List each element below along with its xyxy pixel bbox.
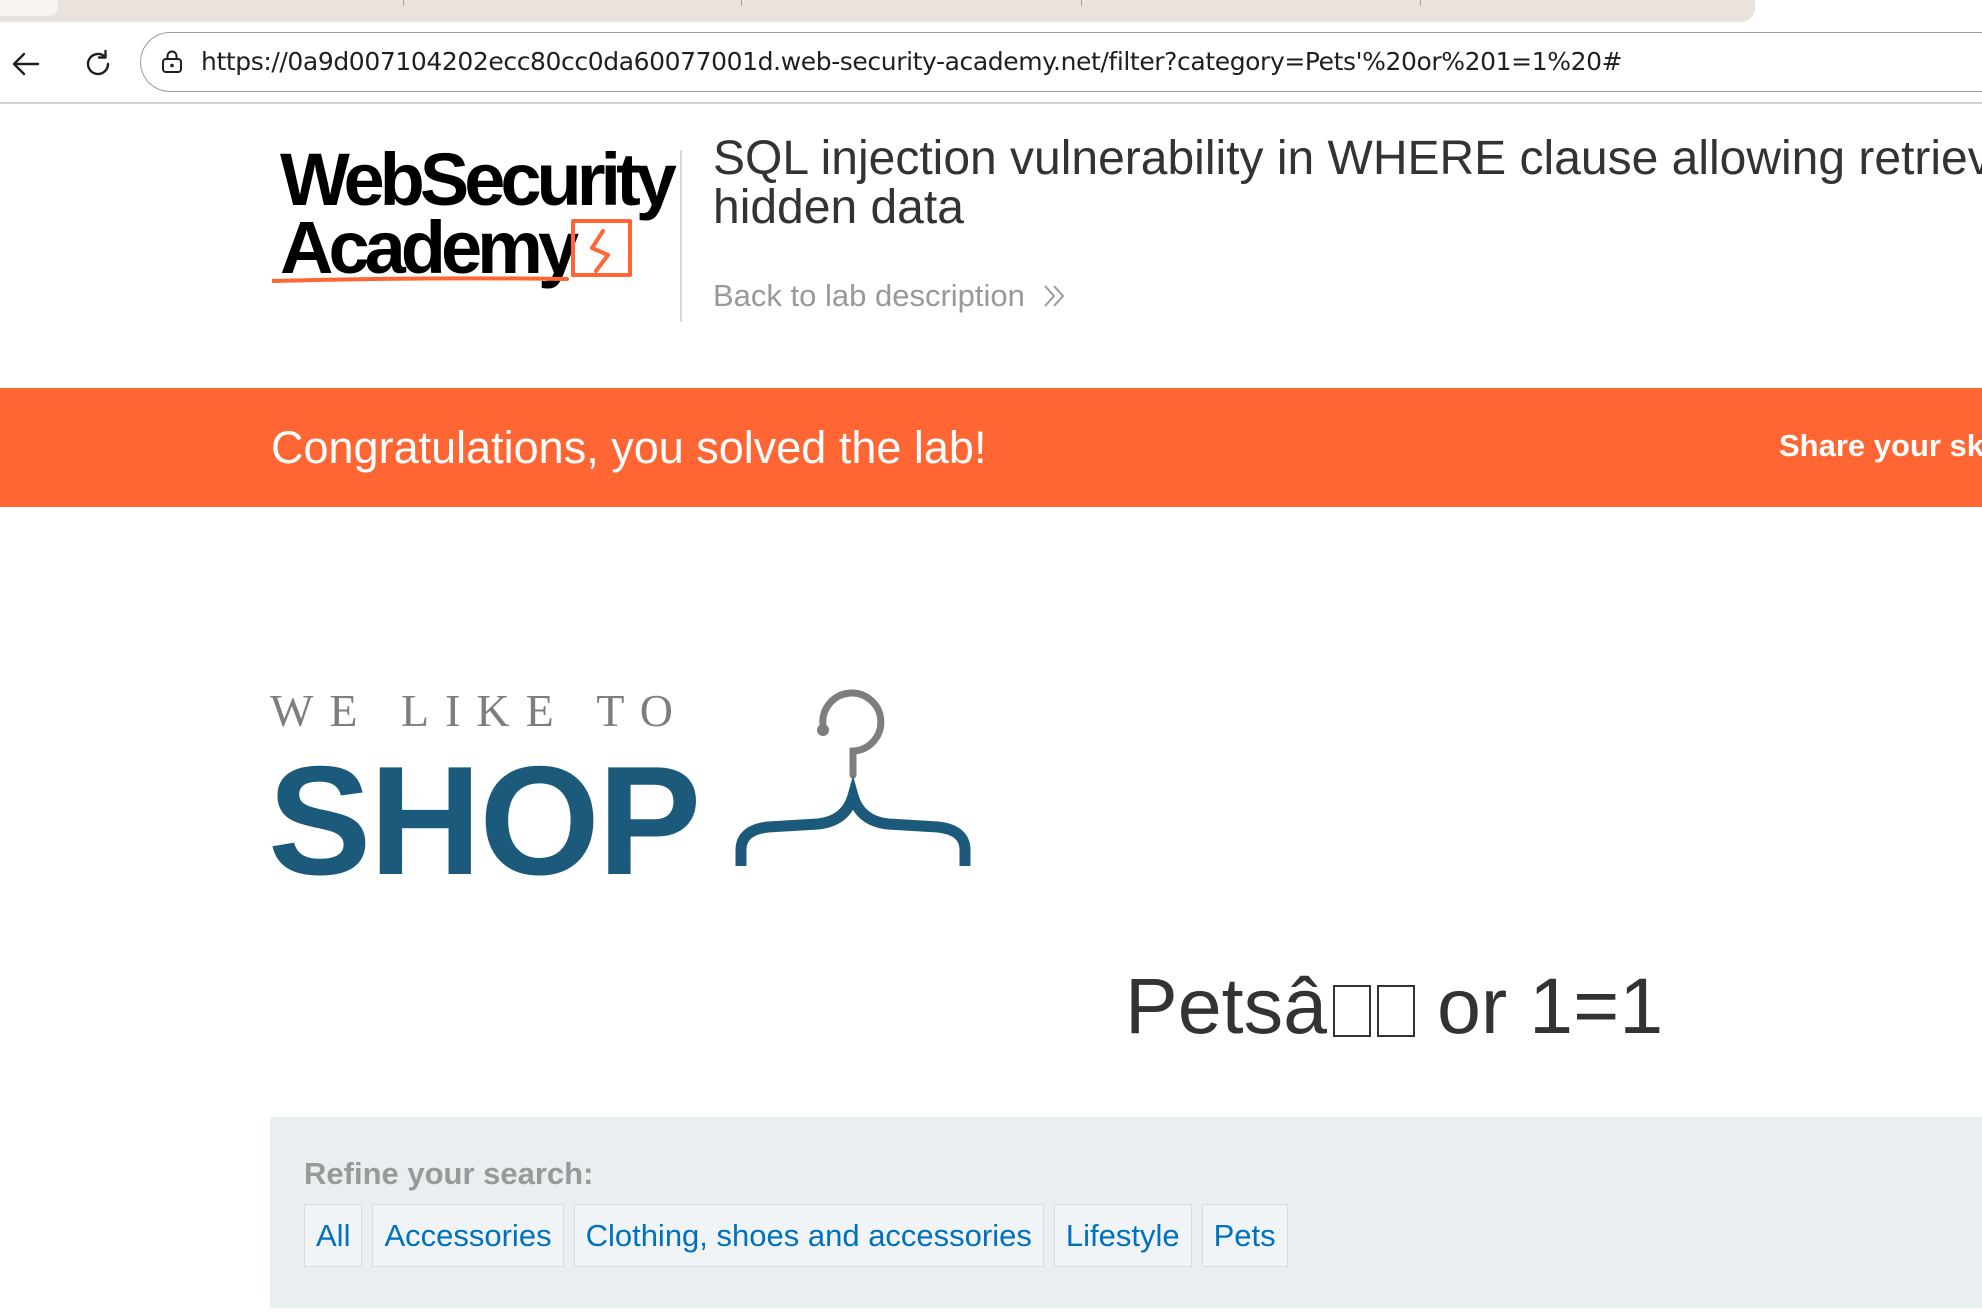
browser-toolbar: https://0a9d007104202ecc80cc0da60077001d… [0,24,1982,102]
tab-separator [403,0,404,6]
double-chevron-right-icon [1044,285,1065,307]
browser-tab[interactable] [0,0,58,16]
congratulations-message: Congratulations, you solved the lab! [271,422,987,473]
filter-link-all[interactable]: All [304,1204,363,1267]
back-to-lab-description-link[interactable]: Back to lab description [713,278,1067,314]
category-heading: Petsâ or 1=1 [1125,960,1663,1052]
academy-spark-icon [272,219,632,283]
refine-search-panel: Refine your search: All Accessories Clot… [270,1117,1982,1308]
filter-link-lifestyle[interactable]: Lifestyle [1053,1204,1192,1267]
url-text[interactable]: https://0a9d007104202ecc80cc0da60077001d… [201,47,1623,76]
tab-separator [1081,0,1082,6]
we-like-to-shop-logo[interactable]: WE LIKE TO SHOP [268,680,983,907]
filter-link-clothing[interactable]: Clothing, shoes and accessories [573,1204,1044,1267]
category-filter-links: All Accessories Clothing, shoes and acce… [304,1204,1298,1267]
missing-glyph-box [1377,985,1416,1037]
tab-separator [741,0,742,6]
filter-link-pets[interactable]: Pets [1201,1204,1288,1267]
site-info-lock-icon[interactable] [159,49,185,75]
filter-link-accessories[interactable]: Accessories [372,1204,564,1267]
lab-title: SQL injection vulnerability in WHERE cla… [713,134,1982,232]
tab-strip [0,0,1982,24]
category-heading-suffix: or 1=1 [1436,961,1664,1050]
share-your-skills-link[interactable]: Share your sk [1779,428,1982,464]
chrome-divider [0,102,1982,104]
back-link-label[interactable]: Back to lab description [713,278,1025,314]
missing-glyph-box [1333,985,1372,1037]
back-button[interactable] [6,44,46,84]
lab-solved-banner: Congratulations, you solved the lab! Sha… [0,388,1982,507]
address-bar[interactable]: https://0a9d007104202ecc80cc0da60077001d… [140,32,1982,92]
reload-icon [86,49,110,76]
category-heading-prefix: Petsâ [1125,961,1328,1050]
hanger-icon [735,689,971,866]
lab-title-line2: hidden data [713,181,964,234]
back-arrow-icon [12,52,40,76]
header-divider [680,150,682,322]
web-security-academy-logo[interactable]: WebSecurity Academy [272,138,677,290]
refine-search-label: Refine your search: [304,1156,594,1191]
reload-button[interactable] [78,44,118,84]
tab-separator [1420,0,1421,6]
tab-strip-background [0,0,1755,22]
lab-title-line1: SQL injection vulnerability in WHERE cla… [713,132,1982,185]
